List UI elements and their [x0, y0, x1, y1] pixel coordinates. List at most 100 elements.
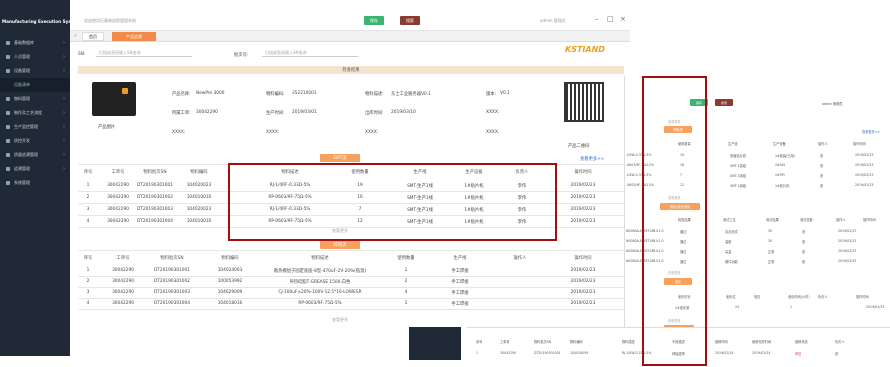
work-order-value: 30042290 — [196, 110, 218, 115]
panel-header: 老化时间(小时) — [788, 295, 810, 299]
weld-flow-button[interactable]: 焊接流 — [320, 241, 360, 249]
tab-home[interactable]: 首页 — [82, 32, 104, 41]
table-row-divider — [78, 298, 624, 299]
sn-input[interactable]: 扫描或直接输入SN查询 — [96, 49, 192, 57]
weld-header: 物料描述 — [311, 256, 329, 261]
weld-cell: DT20190301003 — [153, 290, 190, 295]
sidebar-item[interactable]: 设备管理 › — [0, 64, 70, 78]
emt-cell: 104010010 — [186, 195, 212, 200]
weld-cell: 2019/02/23 — [570, 279, 596, 284]
panel-header: 操作时间 — [856, 295, 869, 299]
tab-product-trace[interactable]: 产品追溯 — [112, 32, 156, 41]
weld-header: 物料批次SN — [160, 256, 184, 261]
chevron-right-icon: › — [63, 54, 65, 60]
emt-cell: 2019/02/23 — [570, 219, 596, 224]
material-code-value: 352210001 — [292, 91, 317, 96]
weld-cell: 手工焊接 — [451, 302, 469, 307]
weld-cell: 手工焊接 — [451, 269, 469, 274]
product-image — [92, 82, 136, 116]
search-button[interactable]: 搜索 — [400, 16, 420, 25]
panel-cell: 30 — [768, 239, 773, 243]
version-value: V0.1 — [500, 91, 510, 96]
emt-cell: 2019/02/23 — [570, 183, 596, 188]
weld-header: 物料编码 — [221, 256, 239, 261]
sidebar-item[interactable]: 物料管理 › — [0, 92, 70, 106]
view-more-link[interactable]: 查看更多>> — [580, 156, 604, 162]
brand-logo: KSTIAND — [565, 45, 605, 54]
sidebar-item[interactable]: 基础数据库 › — [0, 36, 70, 50]
panel-search-button[interactable]: 搜索 — [715, 99, 733, 106]
minimize-icon[interactable]: – — [595, 15, 599, 23]
extra-field-label: XXXX: — [365, 130, 379, 135]
emt-cell: 104010010 — [186, 219, 212, 224]
weld-cell: 2019/02/23 — [570, 301, 596, 306]
product-name-label: 产品名称: — [172, 92, 191, 97]
out-time-value: 2019/03/10 — [391, 110, 416, 115]
menu-icon — [6, 167, 10, 171]
panel-view-more[interactable]: 查看更多>> — [862, 129, 880, 134]
menu-icon — [6, 97, 10, 101]
weld-cell: 1 — [404, 301, 408, 306]
panel-cell: 张 — [802, 260, 806, 264]
batch-label: 批次号: — [234, 53, 249, 58]
panel-cell: 30 — [768, 229, 773, 233]
sidebar-item-label: 质控开发 — [14, 138, 30, 143]
weld-cell: 1 — [404, 268, 408, 273]
sidebar-item-label: 设备管理 — [14, 68, 30, 73]
weld-cell: 2019/02/23 — [570, 290, 596, 295]
chevron-right-icon: › — [63, 124, 65, 130]
weld-cell: DT20190301001 — [153, 268, 190, 273]
sidebar-item[interactable]: 追溯管理 › — [0, 162, 70, 176]
weld-cell: DT20190301004 — [153, 301, 190, 306]
emt-header: 工单号 — [111, 170, 125, 175]
sidebar-item[interactable]: 人员管理 › — [0, 50, 70, 64]
panel-cell: 硬件功能 — [725, 260, 738, 264]
panel-cell: 温度 — [725, 240, 732, 244]
maximize-icon[interactable]: □ — [607, 15, 614, 23]
tab-prev-icon[interactable]: « — [74, 33, 77, 39]
weld-cell: DT20190301002 — [153, 279, 190, 284]
weld-header: 使用数量 — [397, 256, 415, 261]
panel-cell: 张 — [802, 230, 806, 234]
bottom-header: 维修状态 — [795, 340, 808, 344]
panel-cell: 2019/02/23 — [838, 229, 857, 233]
sidebar-item-label: 追溯管理 — [14, 166, 30, 171]
panel-header: 测试工位 — [723, 218, 736, 222]
sidebar-item[interactable]: 质量追溯管理 › — [0, 148, 70, 162]
panel-cell: 张 — [802, 240, 806, 244]
panel-cell: 兆合测试 — [725, 230, 738, 234]
sidebar-item-label: 质量追溯管理 — [14, 152, 38, 157]
panel-cell: 2#SPI — [775, 173, 785, 177]
bottom-header: 工单号 — [500, 340, 510, 344]
panel-cell: SMT-1线组 — [730, 184, 746, 188]
top-bar: 欢迎使用石墨烯追踪管理系统 保存 搜索 admin 管理员 – □ × — [70, 10, 630, 31]
close-icon[interactable]: × — [620, 15, 626, 23]
weld-more-link[interactable]: 查看更多 — [320, 317, 360, 323]
menu-icon — [6, 69, 10, 73]
product-name-value: NewPre 3000 — [196, 91, 225, 96]
emt-cell: 2019/02/23 — [570, 207, 596, 212]
sidebar-item[interactable]: 质控开发 › — [0, 134, 70, 148]
emt-highlight-box — [228, 163, 557, 241]
sidebar-item[interactable]: 制作及工艺流程 › — [0, 106, 70, 120]
panel-cell: 24 — [735, 305, 740, 309]
panel-header: 生产设备 — [773, 142, 786, 146]
bottom-cell: 张 — [835, 352, 839, 356]
sidebar-item[interactable]: 生产监控管理 › — [0, 120, 70, 134]
panel-header: 操作时间 — [853, 142, 866, 146]
material-desc-label: 物料描述: — [365, 92, 384, 97]
panel-user-menu[interactable]: admin 管理员 — [822, 101, 843, 106]
emt-flow-button[interactable]: EMT流 — [320, 154, 360, 162]
bottom-header: 序号 — [476, 340, 483, 344]
batch-input[interactable]: 扫描或直接输入SN查询 — [262, 49, 358, 57]
panel-cell: 2019/02/23 — [855, 183, 874, 187]
out-time-label: 出库时间: — [365, 111, 384, 116]
chevron-right-icon: › — [63, 166, 65, 172]
save-button[interactable]: 保存 — [364, 16, 384, 25]
sidebar-item-label: 生产监控管理 — [14, 124, 38, 129]
sidebar-item[interactable]: 设备清单 — [0, 78, 70, 92]
extra-field-label: XXXX: — [172, 130, 186, 135]
user-menu[interactable]: admin 管理员 — [540, 18, 566, 24]
panel-cell: 1#贴装(已用) — [775, 154, 795, 158]
product-qr-code — [564, 82, 604, 122]
